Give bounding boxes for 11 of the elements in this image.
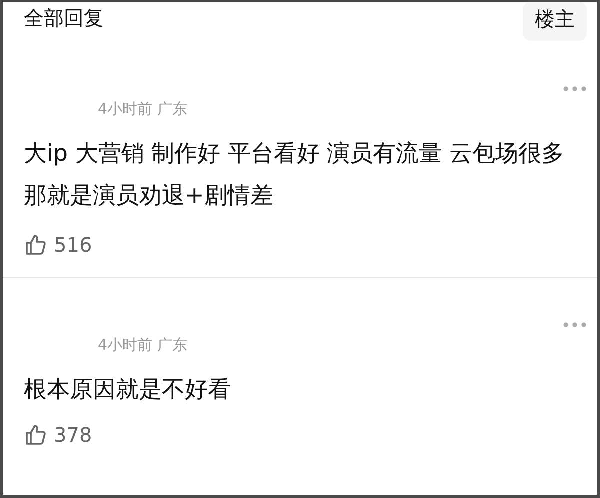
comment-text: 那就是演员劝退+剧情差 [24,182,274,211]
comment-text: 大ip 大营销 制作好 平台看好 演员有流量 云包场很多 [24,140,566,169]
section-title: 全部回复 [24,5,104,32]
author-filter-button[interactable]: 楼主 [523,2,587,41]
comment-meta: 4小时前 广东 [98,100,188,119]
thumbs-up-icon[interactable] [24,423,48,447]
thumbs-up-icon[interactable] [24,233,48,257]
like-count: 378 [54,423,92,447]
comment-meta: 4小时前 广东 [98,336,188,355]
comment-text: 根本原因就是不好看 [24,376,232,405]
like-count: 516 [54,233,92,257]
